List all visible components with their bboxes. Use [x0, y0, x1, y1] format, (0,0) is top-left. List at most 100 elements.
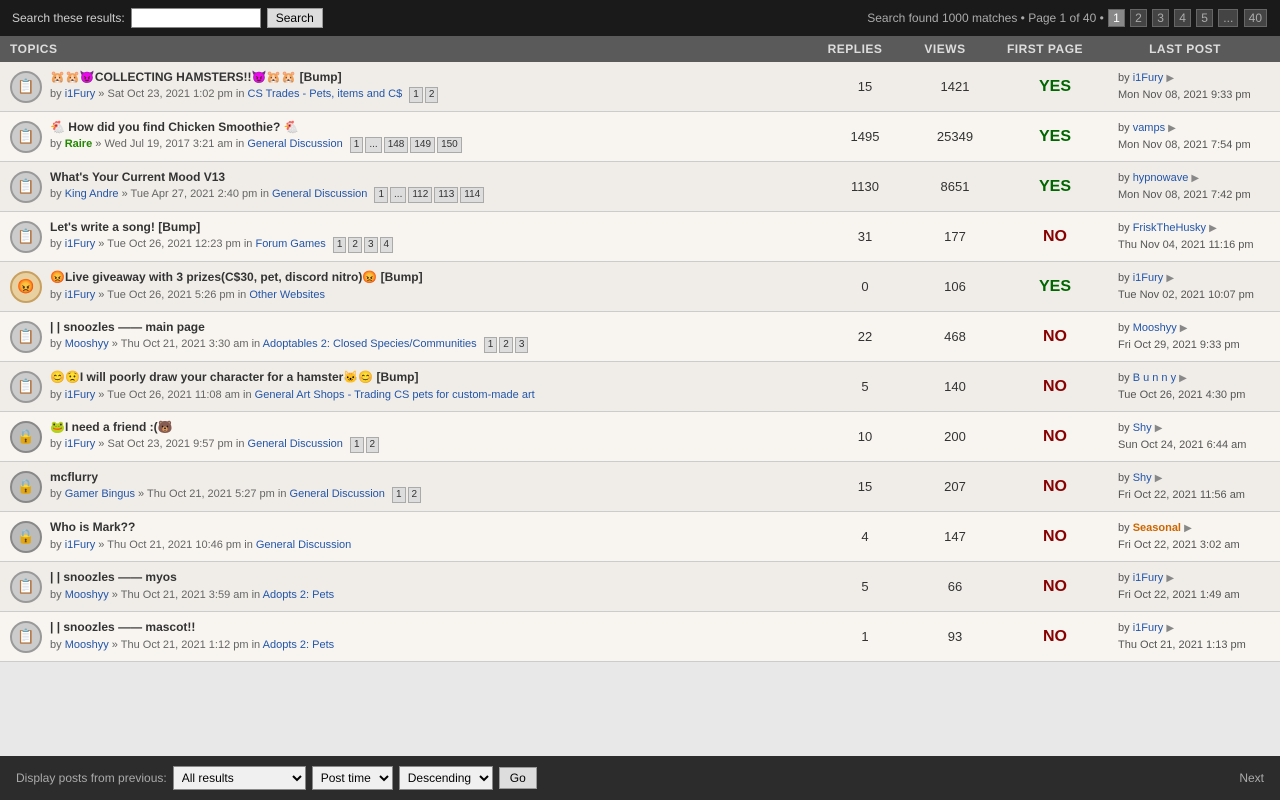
replies-count: 1130: [820, 175, 910, 198]
topic-icon: 📋: [8, 219, 44, 255]
topic-title[interactable]: 😡Live giveaway with 3 prizes(C$30, pet, …: [50, 270, 812, 286]
topic-title[interactable]: Who is Mark??: [50, 520, 812, 536]
bottom-controls: Display posts from previous: All results…: [16, 766, 537, 790]
topic-cell: 🔒 Who is Mark?? by i1Fury » Thu Oct 21, …: [0, 513, 820, 561]
views-count: 93: [910, 625, 1000, 648]
lastpost-info: by hypnowave ▶Mon Nov 08, 2021 7:42 pm: [1110, 166, 1280, 207]
topic-meta: by Raire » Wed Jul 19, 2017 3:21 am in G…: [50, 137, 812, 153]
topic-status-icon: 😡: [10, 271, 42, 303]
firstpage-badge: YES: [1000, 124, 1110, 150]
col-views-header: VIEWS: [900, 42, 990, 56]
table-row: 📋 Let's write a song! [Bump] by i1Fury »…: [0, 212, 1280, 262]
replies-count: 1495: [820, 125, 910, 148]
topic-status-icon: 🔒: [10, 421, 42, 453]
topic-title[interactable]: What's Your Current Mood V13: [50, 170, 812, 186]
filter-select[interactable]: All results Unanswered topics Active top…: [173, 766, 306, 790]
page-link[interactable]: 5: [1196, 9, 1213, 27]
lastpost-info: by Shy ▶Fri Oct 22, 2021 11:56 am: [1110, 466, 1280, 507]
topic-title[interactable]: | | snoozles —— mascot!!: [50, 620, 812, 636]
page-link[interactable]: 1: [1108, 9, 1125, 27]
page-ellipsis: ...: [1218, 9, 1238, 27]
topic-cell: 📋 🐹🐹😈COLLECTING HAMSTERS!!😈🐹🐹 [Bump] by …: [0, 63, 820, 111]
topic-cell: 📋 | | snoozles —— myos by Mooshyy » Thu …: [0, 563, 820, 611]
page-link-last[interactable]: 40: [1244, 9, 1267, 27]
firstpage-badge: NO: [1000, 224, 1110, 250]
topic-icon: 📋: [8, 319, 44, 355]
replies-count: 1: [820, 625, 910, 648]
table-row: 📋 | | snoozles —— main page by Mooshyy »…: [0, 312, 1280, 362]
table-row: 😡 😡Live giveaway with 3 prizes(C$30, pet…: [0, 262, 1280, 312]
topic-meta: by i1Fury » Sat Oct 23, 2021 1:02 pm in …: [50, 87, 812, 103]
views-count: 207: [910, 475, 1000, 498]
search-button[interactable]: Search: [267, 8, 323, 28]
topic-title[interactable]: | | snoozles —— main page: [50, 320, 812, 336]
topic-meta: by Mooshyy » Thu Oct 21, 2021 1:12 pm in…: [50, 638, 812, 653]
topic-status-icon: 📋: [10, 571, 42, 603]
order-select[interactable]: Descending Ascending: [399, 766, 493, 790]
page-link[interactable]: 3: [1152, 9, 1169, 27]
topic-title[interactable]: 😊😟I will poorly draw your character for …: [50, 370, 812, 386]
topic-cell: 📋 | | snoozles —— mascot!! by Mooshyy » …: [0, 613, 820, 661]
table-header: TOPICS REPLIES VIEWS FIRST PAGE LAST POS…: [0, 36, 1280, 62]
replies-count: 15: [820, 475, 910, 498]
top-bar: Search these results: Search Search foun…: [0, 0, 1280, 36]
topic-title[interactable]: mcflurry: [50, 470, 812, 486]
page-link[interactable]: 2: [1130, 9, 1147, 27]
table-row: 🔒 mcflurry by Gamer Bingus » Thu Oct 21,…: [0, 462, 1280, 512]
lastpost-info: by B u n n y ▶Tue Oct 26, 2021 4:30 pm: [1110, 366, 1280, 407]
topic-icon: 📋: [8, 369, 44, 405]
bottom-bar: Display posts from previous: All results…: [0, 756, 1280, 800]
replies-count: 22: [820, 325, 910, 348]
topic-status-icon: 📋: [10, 121, 42, 153]
topic-title[interactable]: 🐔 How did you find Chicken Smoothie? 🐔: [50, 120, 812, 136]
views-count: 468: [910, 325, 1000, 348]
views-count: 25349: [910, 125, 1000, 148]
topic-meta: by King Andre » Tue Apr 27, 2021 2:40 pm…: [50, 187, 812, 203]
topic-cell: 📋 🐔 How did you find Chicken Smoothie? 🐔…: [0, 113, 820, 161]
replies-count: 4: [820, 525, 910, 548]
topic-status-icon: 📋: [10, 221, 42, 253]
topic-meta: by i1Fury » Tue Oct 26, 2021 11:08 am in…: [50, 388, 812, 403]
topic-info: 🐹🐹😈COLLECTING HAMSTERS!!😈🐹🐹 [Bump] by i1…: [50, 70, 812, 104]
topic-meta: by i1Fury » Tue Oct 26, 2021 5:26 pm in …: [50, 288, 812, 303]
topic-meta: by i1Fury » Thu Oct 21, 2021 10:46 pm in…: [50, 538, 812, 553]
table-row: 📋 🐹🐹😈COLLECTING HAMSTERS!!😈🐹🐹 [Bump] by …: [0, 62, 1280, 112]
firstpage-badge: NO: [1000, 324, 1110, 350]
lastpost-info: by FriskTheHusky ▶Thu Nov 04, 2021 11:16…: [1110, 216, 1280, 257]
replies-count: 15: [820, 75, 910, 98]
views-count: 200: [910, 425, 1000, 448]
sort-select[interactable]: Post time Author Subject Forum: [312, 766, 393, 790]
firstpage-badge: YES: [1000, 274, 1110, 300]
topic-title[interactable]: 🐸I need a friend :(🐻: [50, 420, 812, 436]
next-link[interactable]: Next: [1239, 771, 1264, 785]
topic-cell: 📋 😊😟I will poorly draw your character fo…: [0, 363, 820, 411]
views-count: 1421: [910, 75, 1000, 98]
replies-count: 5: [820, 375, 910, 398]
topic-meta: by i1Fury » Tue Oct 26, 2021 12:23 pm in…: [50, 237, 812, 253]
main-content: TOPICS REPLIES VIEWS FIRST PAGE LAST POS…: [0, 36, 1280, 756]
topic-icon: 🔒: [8, 419, 44, 455]
topic-icon: 😡: [8, 269, 44, 305]
topic-meta: by Gamer Bingus » Thu Oct 21, 2021 5:27 …: [50, 487, 812, 503]
topic-info: Let's write a song! [Bump] by i1Fury » T…: [50, 220, 812, 254]
search-input[interactable]: [131, 8, 261, 28]
views-count: 8651: [910, 175, 1000, 198]
topic-title[interactable]: Let's write a song! [Bump]: [50, 220, 812, 236]
search-right: Search found 1000 matches • Page 1 of 40…: [867, 11, 1268, 25]
lastpost-info: by Seasonal ▶Fri Oct 22, 2021 3:02 am: [1110, 516, 1280, 557]
page-link[interactable]: 4: [1174, 9, 1191, 27]
search-label: Search these results:: [12, 11, 125, 25]
views-count: 66: [910, 575, 1000, 598]
results-info: Search found 1000 matches • Page 1 of 40…: [867, 11, 1104, 25]
topic-meta: by Mooshyy » Thu Oct 21, 2021 3:59 am in…: [50, 588, 812, 603]
lastpost-info: by i1Fury ▶Fri Oct 22, 2021 1:49 am: [1110, 566, 1280, 607]
topic-status-icon: 📋: [10, 621, 42, 653]
table-row: 📋 | | snoozles —— mascot!! by Mooshyy » …: [0, 612, 1280, 662]
topic-status-icon: 📋: [10, 171, 42, 203]
replies-count: 5: [820, 575, 910, 598]
topic-title[interactable]: 🐹🐹😈COLLECTING HAMSTERS!!😈🐹🐹 [Bump]: [50, 70, 812, 86]
topic-icon: 📋: [8, 569, 44, 605]
go-button[interactable]: Go: [499, 767, 537, 789]
replies-count: 31: [820, 225, 910, 248]
topic-title[interactable]: | | snoozles —— myos: [50, 570, 812, 586]
